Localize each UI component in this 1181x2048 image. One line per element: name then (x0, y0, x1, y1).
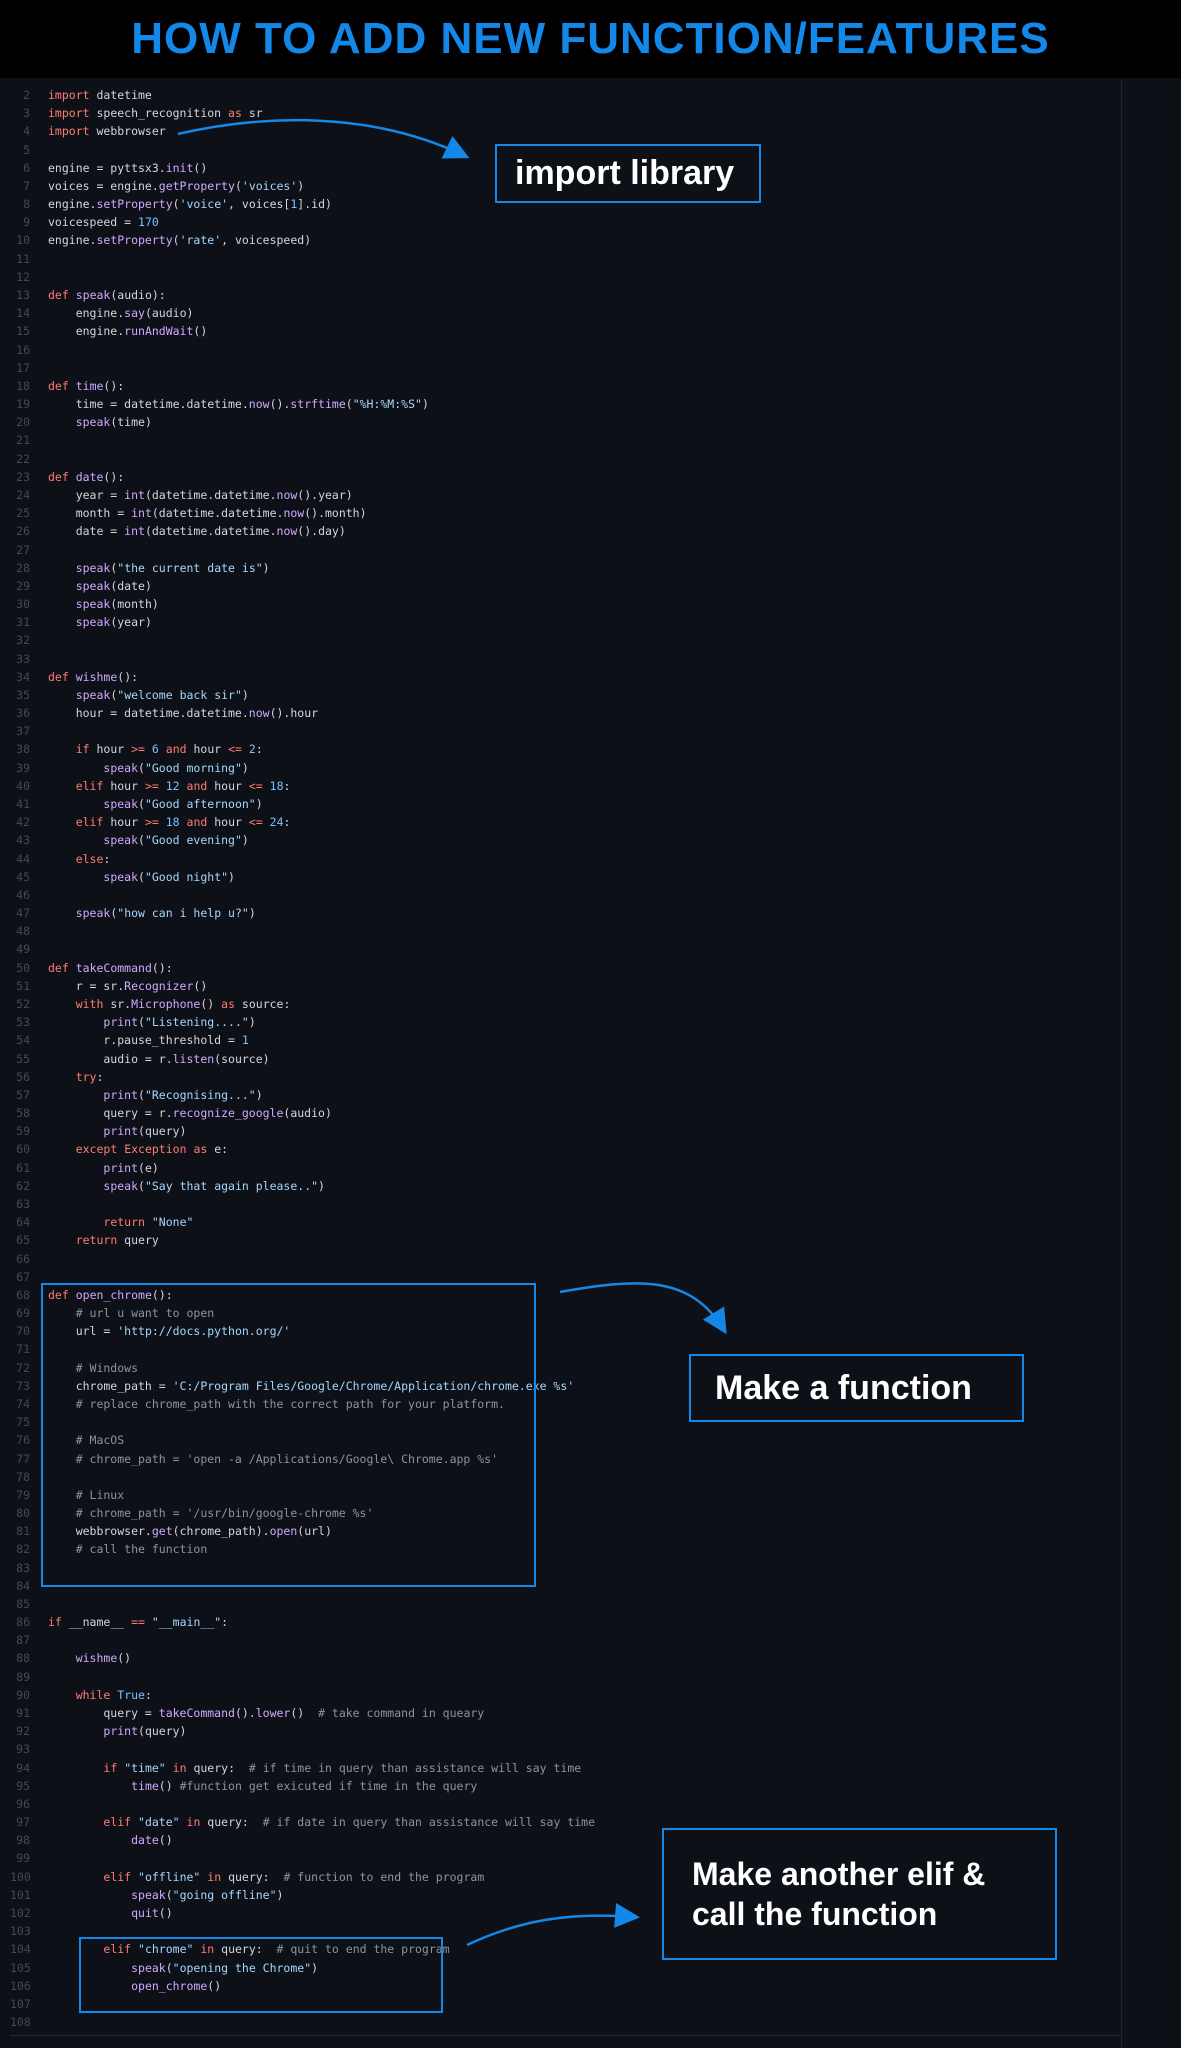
arrow-icon-function (559, 1282, 727, 1335)
arrow-icons (177, 118, 727, 1947)
arrow-icon-elif (466, 1903, 640, 1947)
arrow-icon-import (177, 118, 470, 159)
